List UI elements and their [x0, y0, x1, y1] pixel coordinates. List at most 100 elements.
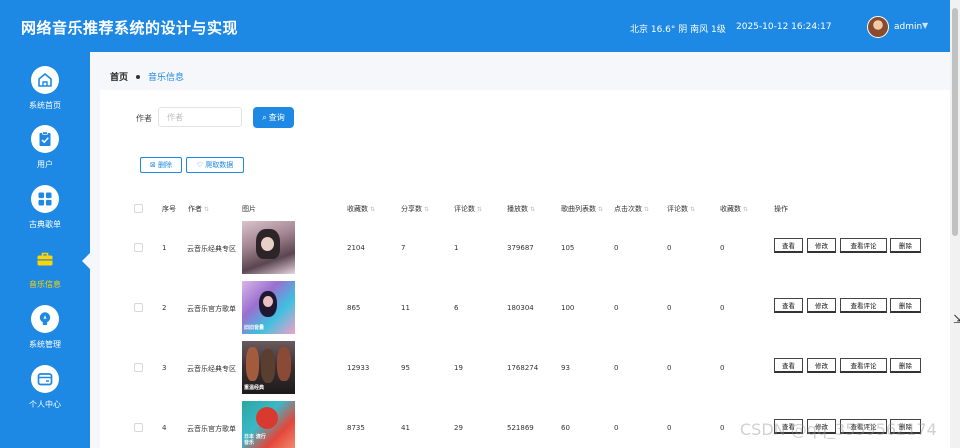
breadcrumb-home[interactable]: 首页	[110, 73, 128, 83]
sort-icon[interactable]: ⇅	[598, 206, 603, 213]
cell-song-count: 100	[561, 304, 575, 312]
home-icon	[31, 66, 59, 94]
row-checkbox[interactable]	[134, 303, 143, 312]
sidebar-item-music-info[interactable]: 音乐信息	[0, 245, 90, 305]
sort-icon[interactable]: ⇅	[204, 206, 209, 213]
cell-shares: 11	[401, 304, 410, 312]
cell-plays: 521869	[507, 424, 534, 432]
cell-comments: 29	[454, 424, 463, 432]
user-avatar[interactable]	[867, 16, 889, 38]
sidebar-item-users[interactable]: 用户	[0, 125, 90, 185]
cell-collects: 0	[720, 244, 725, 252]
search-icon: ⌕	[262, 113, 267, 122]
sort-icon[interactable]: ⇅	[743, 206, 748, 213]
cell-author: 云音乐官方歌单	[187, 305, 236, 313]
column-header-label: 播放数	[507, 205, 528, 213]
cell-shares: 7	[401, 244, 406, 252]
cell-reviews: 0	[667, 244, 672, 252]
delete-row-button[interactable]: 删除	[890, 358, 921, 373]
app-title: 网络音乐推荐系统的设计与实现	[21, 19, 239, 37]
cell-reviews: 0	[667, 304, 672, 312]
view-comments-button[interactable]: 查看评论	[840, 358, 887, 373]
cover-label: 重温经典	[244, 385, 265, 391]
column-header-image: 图片	[242, 205, 256, 213]
scrollbar-thumb[interactable]	[952, 8, 958, 236]
author-search-input[interactable]	[158, 107, 242, 127]
search-button-label: 查询	[268, 113, 285, 122]
cover-image	[242, 221, 295, 274]
sort-icon[interactable]: ⇅	[477, 206, 482, 213]
sidebar-item-home[interactable]: 系统首页	[0, 66, 90, 126]
column-header-song-count[interactable]: 歌曲列表数 ⇅	[561, 204, 603, 214]
cell-collects: 0	[720, 304, 725, 312]
column-header-shares[interactable]: 分享数 ⇅	[401, 204, 429, 214]
column-header-label: 作者	[188, 205, 202, 213]
cover-label: 旧旧音量	[244, 325, 265, 331]
row-checkbox[interactable]	[134, 423, 143, 432]
search-label: 作者	[136, 114, 152, 123]
view-button[interactable]: 查看	[774, 238, 803, 253]
cell-collects: 0	[720, 424, 725, 432]
cell-shares: 95	[401, 364, 410, 372]
sort-icon[interactable]: ⇅	[690, 206, 695, 213]
cell-author: 云音乐经典专区	[187, 245, 236, 253]
cell-reviews: 0	[667, 364, 672, 372]
sidebar-item-classical-playlist[interactable]: 古典歌单	[0, 185, 90, 245]
cell-favorites: 8735	[347, 424, 365, 432]
sidebar-item-system-management[interactable]: 系统管理	[0, 305, 90, 365]
sidebar-item-label: 用户	[37, 160, 53, 169]
top-header: 网络音乐推荐系统的设计与实现 北京 16.6° 阴 南风 1级 2025-10-…	[0, 0, 950, 52]
crawl-data-button[interactable]: ♡ 爬取数据	[186, 157, 244, 173]
delete-row-button[interactable]: 删除	[890, 238, 921, 253]
cell-author: 云音乐经典专区	[187, 365, 236, 373]
edit-button[interactable]: 修改	[807, 238, 836, 253]
cell-clicks: 0	[614, 424, 619, 432]
cell-clicks: 0	[614, 244, 619, 252]
column-header-collects[interactable]: 收藏数 ⇅	[720, 204, 748, 214]
column-header-comments[interactable]: 评论数 ⇅	[454, 204, 482, 214]
cover-figure	[261, 349, 275, 383]
user-name[interactable]: admin	[894, 22, 922, 32]
column-header-reviews[interactable]: 评论数 ⇅	[667, 204, 695, 214]
column-header-label: 收藏数	[347, 205, 368, 213]
column-header-favorites[interactable]: 收藏数 ⇅	[347, 204, 375, 214]
chevron-down-icon[interactable]: ▼	[922, 21, 928, 30]
sidebar-item-personal-center[interactable]: 个人中心	[0, 365, 90, 425]
view-comments-button[interactable]: 查看评论	[840, 298, 887, 313]
cell-plays: 180304	[507, 304, 534, 312]
delete-row-button[interactable]: 删除	[890, 298, 921, 313]
row-checkbox[interactable]	[134, 243, 143, 252]
cell-clicks: 0	[614, 304, 619, 312]
cell-favorites: 2104	[347, 244, 365, 252]
view-comments-button[interactable]: 查看评论	[840, 238, 887, 253]
sidebar: 系统首页 用户 古典歌单 音乐信息 系统管理 个人中心	[0, 52, 90, 448]
clipboard-icon	[31, 125, 59, 153]
cell-comments: 19	[454, 364, 463, 372]
column-header-author[interactable]: 作者 ⇅	[188, 204, 209, 214]
sort-icon[interactable]: ⇅	[530, 206, 535, 213]
table-row: 1 云音乐经典专区 2104 7 1 379687 105 0 0 0 查看 修…	[100, 221, 950, 281]
sort-icon[interactable]: ⇅	[424, 206, 429, 213]
view-button[interactable]: 查看	[774, 358, 803, 373]
cell-favorites: 865	[347, 304, 361, 312]
row-checkbox[interactable]	[134, 363, 143, 372]
sort-icon[interactable]: ⇅	[644, 206, 649, 213]
batch-delete-button[interactable]: ⊠ 删除	[140, 157, 182, 173]
column-header-plays[interactable]: 播放数 ⇅	[507, 204, 535, 214]
select-all-checkbox[interactable]	[134, 204, 143, 213]
edit-button[interactable]: 修改	[807, 358, 836, 373]
cell-index: 2	[162, 304, 167, 312]
column-header-clicks[interactable]: 点击次数 ⇅	[614, 204, 649, 214]
search-button[interactable]: ⌕ 查询	[253, 107, 294, 128]
column-header-label: 收藏数	[720, 205, 741, 213]
cell-index: 3	[162, 364, 167, 372]
edit-button[interactable]: 修改	[807, 298, 836, 313]
column-header-label: 评论数	[667, 205, 688, 213]
sort-icon[interactable]: ⇅	[370, 206, 375, 213]
cell-reviews: 0	[667, 424, 672, 432]
view-button[interactable]: 查看	[774, 298, 803, 313]
cell-song-count: 60	[561, 424, 570, 432]
grid-icon	[31, 185, 59, 213]
cell-comments: 1	[454, 244, 459, 252]
cell-plays: 379687	[507, 244, 534, 252]
